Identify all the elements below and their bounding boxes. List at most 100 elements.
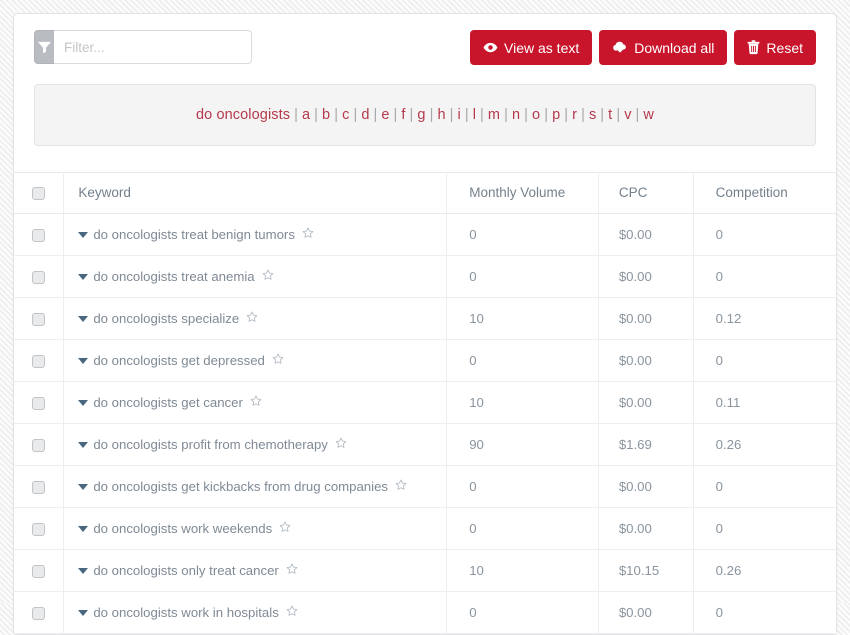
table-row[interactable]: do oncologists get depressed 0 $0.00 0 bbox=[14, 339, 836, 383]
row-checkbox[interactable] bbox=[32, 607, 46, 621]
keyword-cell: do oncologists work weekends bbox=[63, 507, 448, 551]
alphabet-link-a[interactable]: a bbox=[302, 107, 310, 123]
caret-down-icon[interactable] bbox=[78, 441, 89, 448]
competition-cell: 0.11 bbox=[693, 381, 836, 425]
keyword-table-container: Keyword Monthly Volume CPC Competition d… bbox=[14, 172, 836, 635]
star-icon[interactable] bbox=[335, 437, 347, 452]
row-checkbox[interactable] bbox=[32, 229, 46, 243]
reset-button[interactable]: Reset bbox=[734, 30, 816, 65]
alphabet-link-m[interactable]: m bbox=[488, 107, 500, 123]
filter-input[interactable] bbox=[54, 30, 252, 64]
star-icon[interactable] bbox=[302, 227, 314, 242]
alphabet-link-l[interactable]: l bbox=[473, 107, 476, 123]
cpc-header[interactable]: CPC bbox=[598, 172, 694, 214]
alphabet-link-w[interactable]: w bbox=[643, 107, 654, 123]
star-icon[interactable] bbox=[272, 353, 284, 368]
monthly-volume-cell: 0 bbox=[446, 339, 599, 383]
keyword-label: do oncologists get depressed bbox=[93, 353, 265, 369]
row-checkbox[interactable] bbox=[32, 397, 46, 411]
download-all-button[interactable]: Download all bbox=[599, 30, 728, 65]
keyword-label: do oncologists work in hospitals bbox=[93, 605, 279, 621]
table-row[interactable]: do oncologists get cancer 10 $0.00 0.11 bbox=[14, 381, 836, 425]
star-icon[interactable] bbox=[262, 269, 274, 284]
select-all-checkbox[interactable] bbox=[32, 186, 46, 200]
alphabet-link-s[interactable]: s bbox=[589, 107, 596, 123]
table-row[interactable]: do oncologists profit from chemotherapy 9… bbox=[14, 423, 836, 467]
caret-down-icon[interactable] bbox=[78, 567, 89, 574]
alphabet-separator: | bbox=[581, 107, 585, 123]
alphabet-separator: | bbox=[504, 107, 508, 123]
cpc-cell: $10.15 bbox=[598, 549, 694, 593]
star-icon[interactable] bbox=[250, 395, 262, 410]
alphabet-separator: | bbox=[409, 107, 414, 123]
alphabet-link-d[interactable]: d bbox=[361, 107, 369, 123]
keyword-cell: do oncologists specialize bbox=[63, 297, 448, 341]
keyword-cell-content: do oncologists only treat cancer bbox=[78, 563, 446, 578]
monthly-volume-header[interactable]: Monthly Volume bbox=[446, 172, 599, 214]
table-row[interactable]: do oncologists specialize 10 $0.00 0.12 bbox=[14, 297, 836, 341]
table-header: Keyword Monthly Volume CPC Competition bbox=[14, 172, 836, 214]
caret-down-icon[interactable] bbox=[78, 357, 89, 364]
keyword-header[interactable]: Keyword bbox=[63, 172, 448, 214]
alphabet-link-i[interactable]: i bbox=[458, 107, 461, 123]
caret-down-icon[interactable] bbox=[78, 273, 89, 280]
row-checkbox[interactable] bbox=[32, 271, 46, 285]
alphabet-link-t[interactable]: t bbox=[608, 107, 612, 123]
star-icon[interactable] bbox=[395, 479, 407, 494]
alphabet-link-b[interactable]: b bbox=[322, 107, 330, 123]
caret-down-icon[interactable] bbox=[78, 609, 89, 616]
caret-down-icon[interactable] bbox=[78, 483, 89, 490]
alphabet-link-c[interactable]: c bbox=[342, 107, 349, 123]
alphabet-link-r[interactable]: r bbox=[572, 107, 577, 123]
table-row[interactable]: do oncologists treat benign tumors 0 $0.00… bbox=[14, 213, 836, 257]
keyword-cell: do oncologists work in hospitals bbox=[63, 591, 448, 635]
table-row[interactable]: do oncologists work in hospitals 0 $0.00 0 bbox=[14, 591, 836, 635]
alphabet-link-h[interactable]: h bbox=[437, 107, 445, 123]
alphabet-link-e[interactable]: e bbox=[381, 107, 389, 123]
row-checkbox[interactable] bbox=[32, 439, 46, 453]
table-row[interactable]: do oncologists work weekends 0 $0.00 0 bbox=[14, 507, 836, 551]
view-as-text-button[interactable]: View as text bbox=[470, 30, 593, 65]
monthly-volume-cell: 0 bbox=[446, 213, 599, 257]
keyword-label: do oncologists work weekends bbox=[93, 521, 273, 537]
caret-down-icon[interactable] bbox=[78, 231, 89, 238]
monthly-volume-cell: 0 bbox=[446, 507, 599, 551]
caret-down-icon[interactable] bbox=[78, 315, 89, 322]
alphabet-separator: | bbox=[544, 107, 549, 123]
row-checkbox[interactable] bbox=[32, 523, 46, 537]
table-row[interactable]: do oncologists get kickbacks from drug c… bbox=[14, 465, 836, 509]
row-checkbox[interactable] bbox=[32, 565, 46, 579]
alphabet-root-link[interactable]: do oncologists bbox=[196, 107, 290, 123]
alphabet-link-g[interactable]: g bbox=[417, 107, 425, 123]
keyword-cell-content: do oncologists treat anemia bbox=[78, 269, 446, 284]
alphabet-separator: | bbox=[393, 107, 398, 123]
competition-cell: 0 bbox=[693, 465, 836, 509]
star-icon[interactable] bbox=[286, 605, 298, 620]
row-checkbox[interactable] bbox=[32, 313, 46, 327]
table-row[interactable]: do oncologists only treat cancer 10 $10.15… bbox=[14, 549, 836, 593]
row-checkbox[interactable] bbox=[32, 481, 46, 495]
alphabet-nav-panel: do oncologists | a | b | c | d | e | f | g | h | i | l | m | n | o… bbox=[34, 84, 816, 146]
caret-down-icon[interactable] bbox=[78, 399, 89, 406]
alphabet-separator: | bbox=[616, 107, 621, 123]
row-checkbox[interactable] bbox=[32, 355, 46, 369]
star-icon[interactable] bbox=[246, 311, 258, 326]
alphabet-link-p[interactable]: p bbox=[552, 107, 560, 123]
table-row[interactable]: do oncologists treat anemia 0 $0.00 0 bbox=[14, 255, 836, 299]
toolbar: View as text Download all bbox=[14, 14, 836, 76]
competition-header[interactable]: Competition bbox=[693, 172, 836, 214]
alphabet-link-f[interactable]: f bbox=[401, 107, 405, 123]
star-icon[interactable] bbox=[279, 521, 291, 536]
caret-down-icon[interactable] bbox=[78, 525, 89, 532]
star-icon[interactable] bbox=[286, 563, 298, 578]
alphabet-link-n[interactable]: n bbox=[512, 107, 520, 123]
row-select-cell bbox=[14, 507, 65, 551]
monthly-volume-cell: 10 bbox=[446, 297, 599, 341]
cpc-cell: $0.00 bbox=[598, 213, 694, 257]
row-select-cell bbox=[14, 465, 65, 509]
keyword-cell-content: do oncologists specialize bbox=[78, 311, 446, 326]
alphabet-link-o[interactable]: o bbox=[532, 107, 540, 123]
alphabet-link-v[interactable]: v bbox=[624, 107, 631, 123]
competition-cell: 0 bbox=[693, 255, 836, 299]
row-select-cell bbox=[14, 255, 65, 299]
